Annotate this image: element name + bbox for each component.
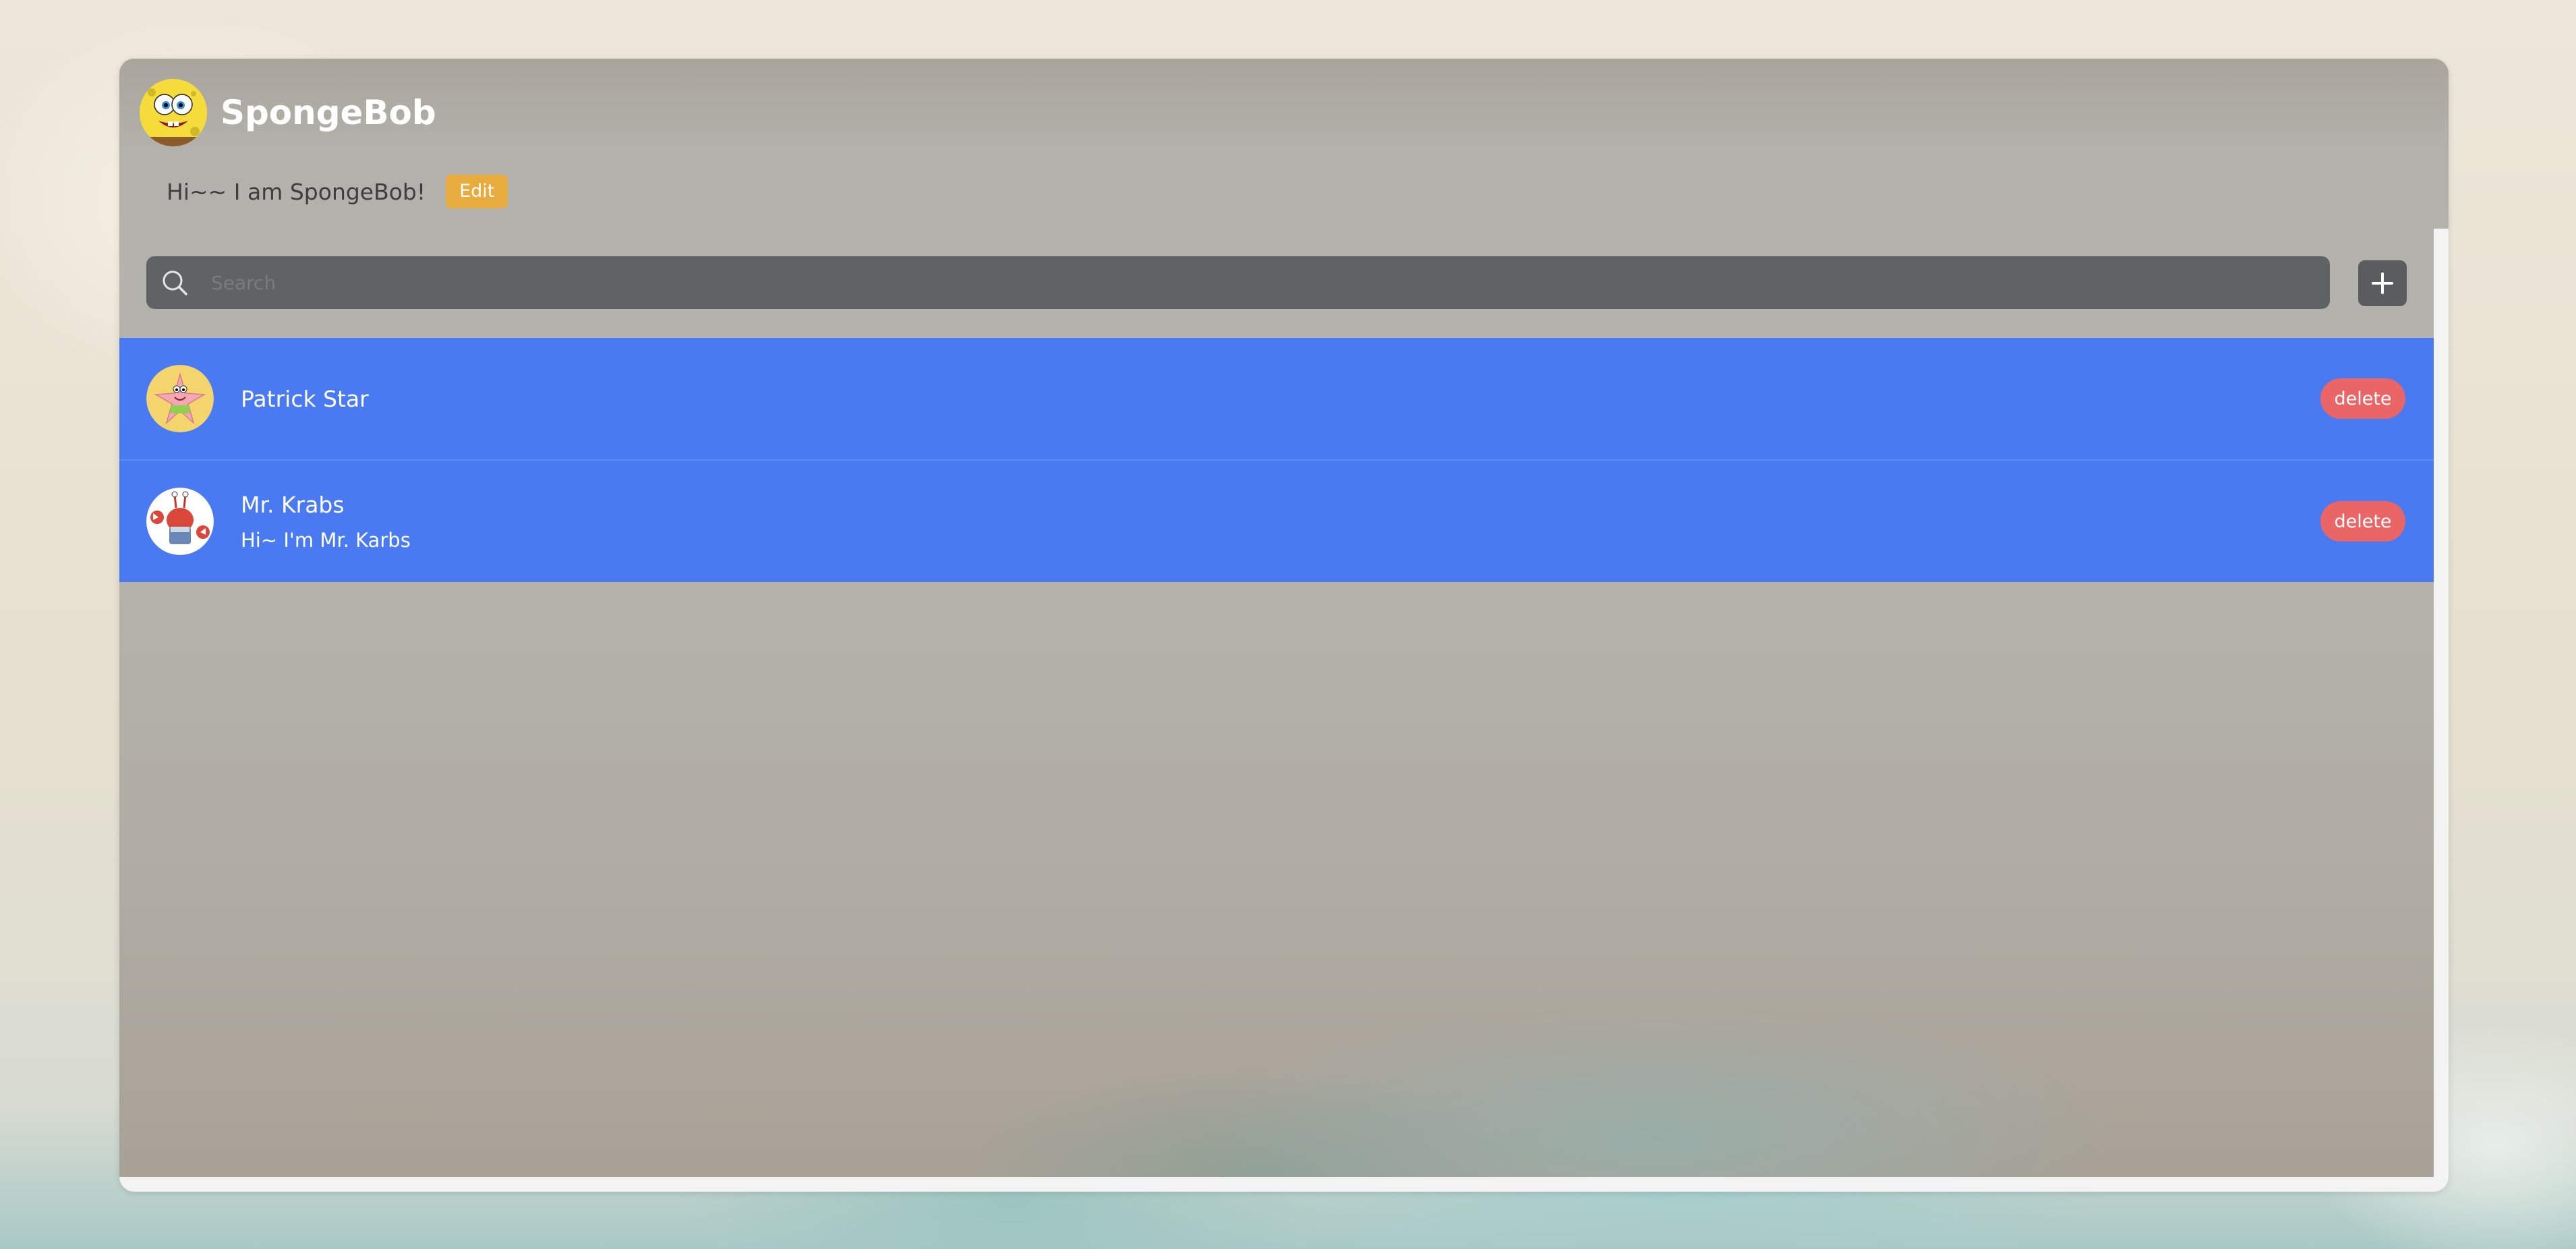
search-bar[interactable] [146,256,2330,309]
delete-button[interactable]: delete [2320,501,2405,542]
edit-button[interactable]: Edit [446,175,508,208]
search-icon [163,270,187,295]
contact-row[interactable]: Patrick Star delete [119,338,2434,461]
profile-bio-row: Hi~~ I am SpongeBob! Edit [167,175,508,208]
plus-icon [2372,272,2393,294]
vertical-scrollbar[interactable] [2434,229,2449,1192]
contact-info: Mr. Krabs Hi~ I'm Mr. Karbs [241,492,411,552]
spongebob-avatar[interactable] [140,79,207,146]
profile-bio: Hi~~ I am SpongeBob! [167,178,426,205]
contact-list: Patrick Star delete Mr. Krabs Hi~ I'm Mr… [119,338,2434,582]
horizontal-scrollbar[interactable] [119,1177,2449,1192]
contact-info: Patrick Star [241,386,369,412]
add-contact-button[interactable] [2358,260,2407,306]
mr-krabs-avatar [146,488,214,555]
contact-name: Mr. Krabs [241,491,345,518]
contact-name: Patrick Star [241,385,369,412]
delete-button[interactable]: delete [2320,378,2405,419]
profile-header: SpongeBob [140,79,436,146]
patrick-avatar [146,365,214,432]
search-input[interactable] [210,270,2330,295]
contacts-window: SpongeBob Hi~~ I am SpongeBob! Edit Sear… [119,59,2449,1192]
contact-bio: Hi~ I'm Mr. Karbs [241,528,411,552]
contact-row[interactable]: Mr. Krabs Hi~ I'm Mr. Karbs delete [119,461,2434,582]
app-title: SpongeBob [221,93,436,132]
